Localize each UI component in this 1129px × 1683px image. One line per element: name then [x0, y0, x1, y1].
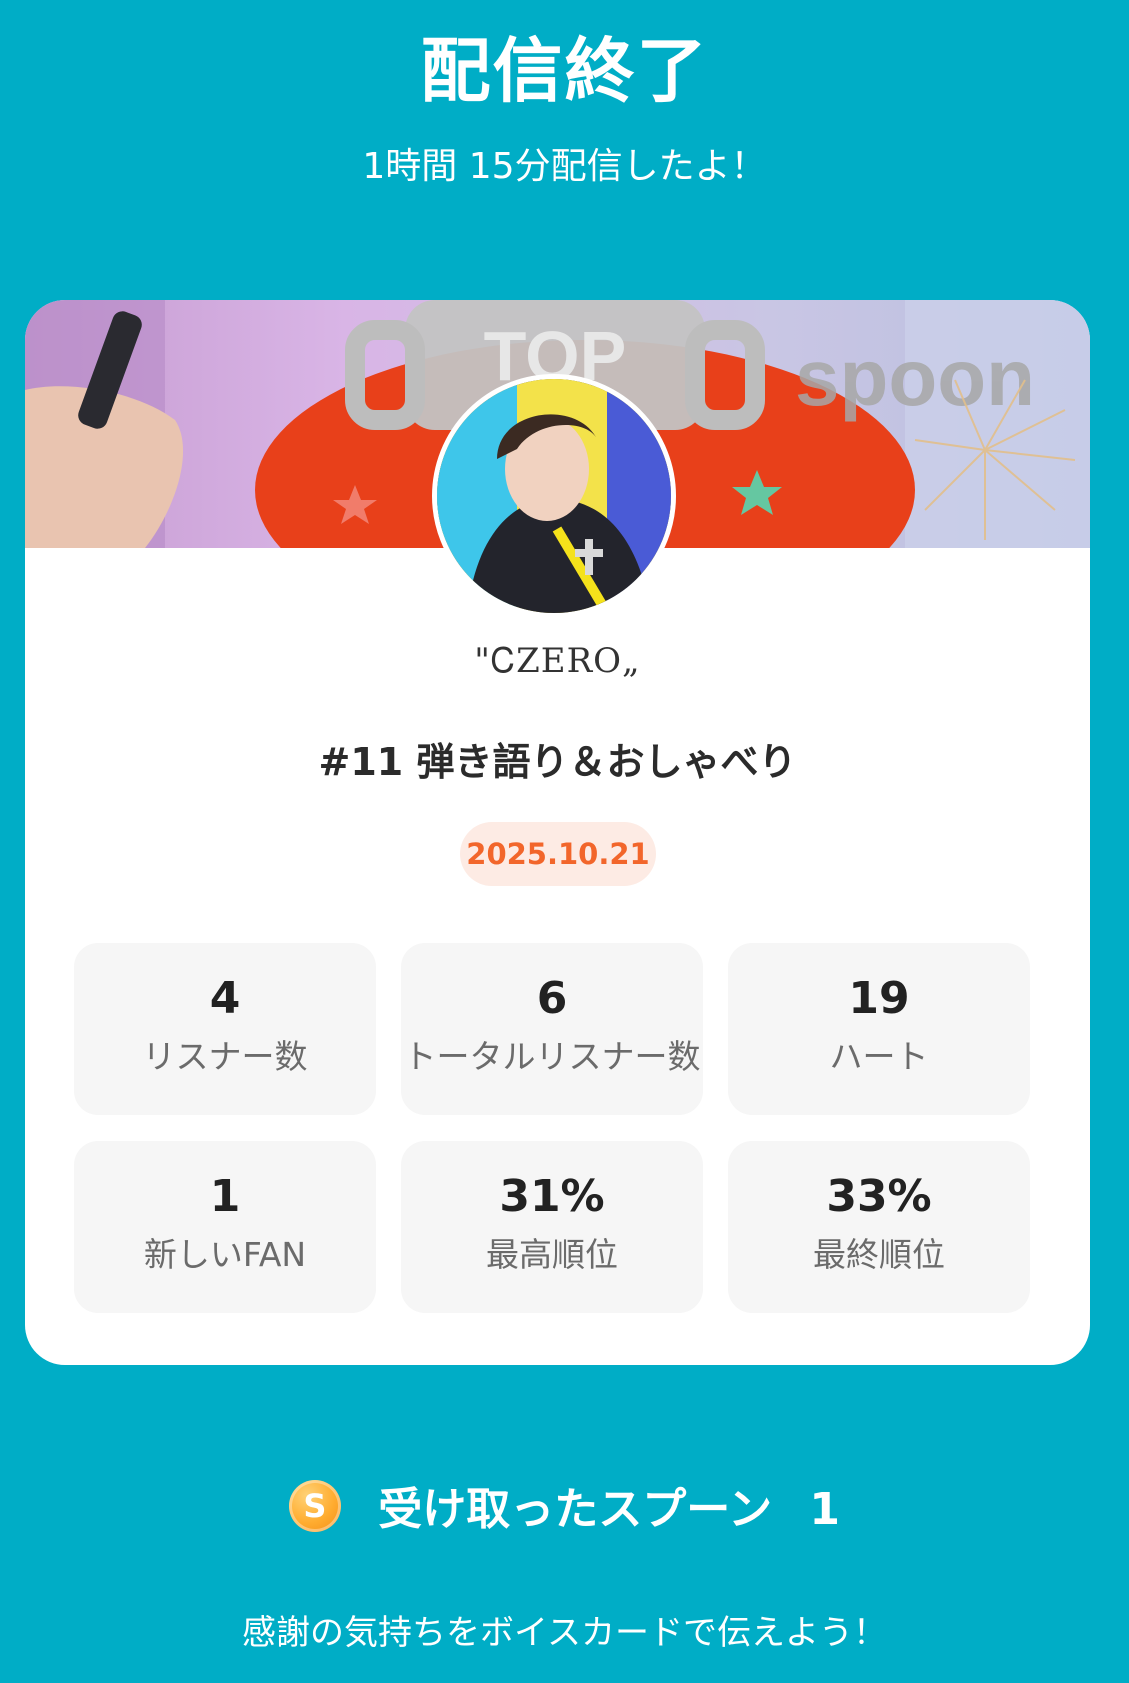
stream-summary-card: TOP spoon "ᏟZERO„ #11 弾き語り＆おしゃべり 2025.10…: [25, 300, 1090, 1365]
stat-highest-rank: 31% 最高順位: [401, 1141, 703, 1313]
received-spoons: S 受け取ったスプーン 1: [0, 1478, 1129, 1540]
stat-hearts: 19 ハート: [728, 943, 1030, 1115]
page-title: 配信終了: [420, 30, 709, 112]
username: "ᏟZERO„: [474, 641, 641, 681]
date-badge: 2025.10.21: [460, 822, 656, 886]
stat-value: 4: [209, 973, 241, 1024]
stat-label: 新しいFAN: [143, 1235, 307, 1274]
stat-value: 31%: [499, 1171, 605, 1222]
stream-title: #11 弾き語り＆おしゃべり: [318, 740, 797, 784]
stream-duration-text: 1時間 15分配信したよ！: [362, 146, 767, 187]
stat-value: 6: [536, 973, 568, 1024]
received-spoons-label: 受け取ったスプーン: [378, 1484, 773, 1535]
stat-label: 最終順位: [813, 1235, 945, 1274]
stat-value: 19: [848, 973, 910, 1024]
stat-value: 33%: [826, 1171, 932, 1222]
stat-value: 1: [209, 1171, 241, 1222]
stat-total-listeners: 6 トータルリスナー数: [401, 943, 703, 1115]
stat-label: リスナー数: [142, 1037, 308, 1076]
spoon-coin-icon: S: [288, 1480, 341, 1532]
voice-card-prompt: 感謝の気持ちをボイスカードで伝えよう！: [242, 1613, 887, 1653]
avatar[interactable]: [432, 374, 676, 618]
stat-label: トータルリスナー数: [403, 1037, 701, 1076]
stat-label: ハート: [829, 1037, 929, 1076]
stat-listeners: 4 リスナー数: [74, 943, 376, 1115]
banner-brand-text: spoon: [795, 333, 1035, 422]
stat-final-rank: 33% 最終順位: [728, 1141, 1030, 1313]
received-spoons-count: 1: [809, 1484, 841, 1535]
stat-new-fans: 1 新しいFAN: [74, 1141, 376, 1313]
stat-label: 最高順位: [486, 1235, 618, 1274]
